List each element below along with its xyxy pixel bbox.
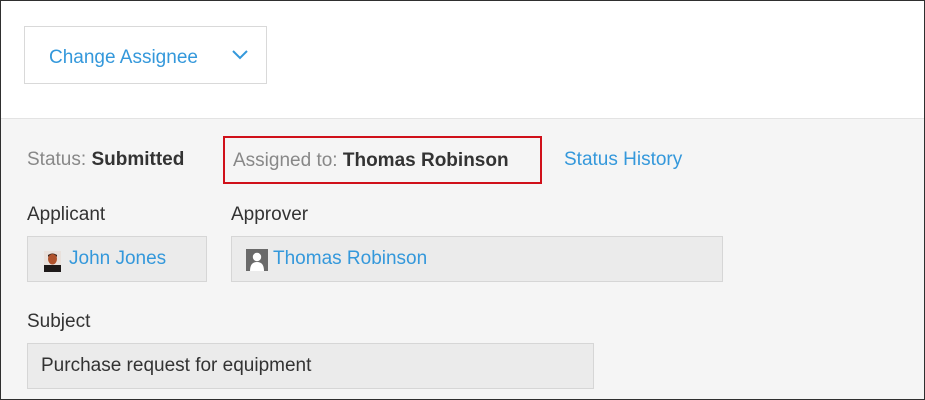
change-assignee-button[interactable]: Change Assignee: [24, 26, 267, 84]
status-line: Status: Submitted: [27, 149, 184, 171]
status-label: Status:: [27, 149, 87, 170]
default-user-icon: [246, 249, 268, 271]
applicant-field: John Jones: [27, 236, 207, 282]
assigned-to-highlight: Assigned to: Thomas Robinson: [223, 136, 542, 184]
approver-name-link[interactable]: Thomas Robinson: [273, 248, 427, 270]
detail-panel: Status: Submitted Assigned to: Thomas Ro…: [1, 118, 924, 399]
approver-field: Thomas Robinson: [231, 236, 723, 282]
assigned-to: Assigned to: Thomas Robinson: [233, 150, 509, 172]
approver-label: Approver: [231, 204, 309, 225]
user-photo-icon: [44, 251, 61, 272]
status-history-link[interactable]: Status History: [564, 149, 682, 171]
applicant-label: Applicant: [27, 204, 106, 225]
assigned-to-value: Thomas Robinson: [342, 150, 509, 171]
status-value: Submitted: [91, 149, 185, 170]
chevron-down-icon: [231, 48, 249, 66]
subject-label: Subject: [27, 311, 91, 332]
assigned-to-label: Assigned to:: [233, 150, 338, 171]
toolbar-area: Change Assignee: [1, 1, 924, 118]
change-assignee-label: Change Assignee: [49, 47, 198, 68]
applicant-name-link[interactable]: John Jones: [69, 248, 166, 270]
subject-field: Purchase request for equipment: [27, 343, 594, 389]
request-detail-frame: Change Assignee Status: Submitted Assign…: [0, 0, 925, 400]
subject-value: Purchase request for equipment: [41, 355, 312, 376]
